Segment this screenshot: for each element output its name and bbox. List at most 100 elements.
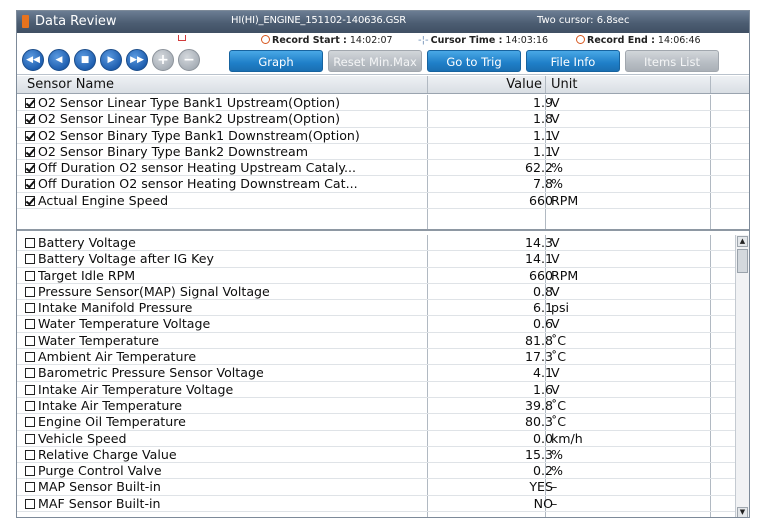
sensor-value: 15.3 [524, 446, 553, 462]
sensor-list-scrollbar[interactable]: ▲ ▼ [735, 235, 749, 517]
sensor-name: O2 Sensor Binary Type Bank1 Downstream(O… [38, 127, 360, 143]
row-checkbox[interactable] [25, 303, 35, 314]
table-row[interactable]: Relative Charge Value 15.3% [17, 446, 749, 464]
table-row[interactable]: Pressure Sensor(MAP) Signal Voltage 0.8 V [17, 283, 749, 301]
table-row[interactable]: Barometric Pressure Sensor Voltage 4.1 V [17, 365, 749, 382]
table-row[interactable]: Water Temperature 81.8 ˚C [17, 333, 749, 350]
row-checkbox[interactable] [25, 238, 35, 248]
sensor-value: 39.8 [524, 397, 553, 413]
row-checkbox[interactable] [25, 384, 35, 395]
table-row[interactable]: Target Idle RPM 660 RPM [17, 268, 749, 284]
sensor-list: Battery Voltage 14.3 V Battery Voltage afte… [17, 235, 749, 517]
table-row[interactable]: Ambient Air Temperature 17.3 ˚C [17, 349, 749, 366]
zoom-out-button[interactable]: − [178, 49, 200, 71]
table-row[interactable]: Intake Manifold Pressure 6.1 psi [17, 300, 749, 317]
row-checkbox[interactable] [25, 98, 35, 108]
row-checkbox[interactable] [25, 368, 35, 379]
sensor-name: Actual Engine Speed [38, 192, 169, 208]
sensor-unit: % [551, 176, 563, 192]
row-checkbox[interactable] [25, 114, 35, 125]
last-button[interactable]: ▶▶ [126, 49, 148, 71]
sensor-unit: V [551, 381, 560, 397]
table-row[interactable]: MAP Sensor Built-in YES – [17, 479, 749, 496]
items-list-button[interactable]: Items List [625, 50, 719, 72]
zoom-in-button[interactable]: + [152, 49, 174, 71]
table-row[interactable]: Intake Air Temperature Voltage 1.6 V [17, 382, 749, 398]
sensor-unit: RPM [551, 192, 579, 208]
first-button[interactable]: ◀◀ [22, 49, 44, 71]
row-checkbox[interactable] [25, 179, 35, 190]
row-checkbox[interactable] [25, 319, 35, 330]
sensor-name: O2 Sensor Binary Type Bank2 Downstream [38, 143, 308, 159]
row-checkbox[interactable] [25, 163, 35, 174]
sensor-unit: V [551, 251, 560, 267]
sensor-value: 660 [528, 267, 553, 283]
row-checkbox[interactable] [25, 449, 35, 460]
table-row[interactable]: Battery Voltage after IG Key 14.1 V [17, 251, 749, 268]
table-row[interactable]: Actual Engine Speed 660 RPM [17, 192, 749, 210]
next-button[interactable]: ▶ [100, 49, 122, 71]
sensor-name: O2 Sensor Linear Type Bank1 Upstream(Opt… [38, 95, 341, 110]
sensor-unit: V [551, 283, 560, 299]
sensor-value: 14.3 [524, 235, 553, 250]
table-row[interactable]: O2 Sensor Linear Type Bank2 Upstream(Opt… [17, 111, 749, 128]
record-end: Record End : 14:06:46 [576, 35, 701, 47]
unit-header[interactable]: Unit [551, 77, 577, 92]
sensor-unit: ˚C [551, 397, 567, 413]
table-row[interactable]: O2 Sensor Binary Type Bank1 Downstream(O… [17, 128, 749, 144]
reset-min-max-button[interactable]: Reset Min.Max [328, 50, 422, 72]
row-checkbox[interactable] [25, 130, 35, 141]
row-checkbox[interactable] [25, 195, 35, 206]
scroll-down-icon[interactable]: ▼ [737, 507, 748, 517]
scroll-thumb[interactable] [737, 249, 748, 273]
row-checkbox[interactable] [25, 417, 35, 428]
table-row[interactable]: Purge Control Valve 0.2% [17, 463, 749, 480]
sensor-unit: ˚C [551, 414, 567, 430]
selected-sensor-list: O2 Sensor Linear Type Bank1 Upstream(Opt… [17, 95, 749, 231]
row-checkbox[interactable] [25, 254, 35, 265]
row-checkbox[interactable] [25, 466, 35, 477]
sensor-name-header[interactable]: Sensor Name [27, 77, 114, 92]
table-row[interactable]: Battery Voltage 14.3 V [17, 235, 749, 252]
sensor-unit: – [551, 495, 558, 511]
file-info-button[interactable]: File Info [526, 50, 620, 72]
sensor-name: Ambient Air Temperature [38, 349, 197, 365]
next-icon: ▶ [107, 55, 115, 65]
sensor-name: Battery Voltage [38, 235, 136, 250]
stop-icon: ■ [80, 55, 90, 65]
sensor-value: 1.8 [532, 111, 553, 127]
go-to-trig-button[interactable]: Go to Trig [427, 50, 521, 72]
row-checkbox[interactable] [25, 400, 35, 411]
table-row[interactable]: Off Duration O2 sensor Heating Downstrea… [17, 176, 749, 193]
table-row[interactable]: Vehicle Speed 0.0 km/h [17, 431, 749, 447]
row-checkbox[interactable] [25, 482, 35, 493]
previous-icon: ◀ [55, 55, 63, 65]
row-checkbox[interactable] [25, 352, 35, 363]
value-header[interactable]: Value [506, 77, 542, 92]
row-checkbox[interactable] [25, 498, 35, 509]
sensor-name: MAP Sensor Built-in [38, 479, 161, 495]
stop-button[interactable]: ■ [74, 49, 96, 71]
file-name: HI(HI)_ENGINE_151102-140636.GSR [231, 15, 407, 26]
table-row[interactable]: Engine Oil Temperature 80.3 ˚C [17, 414, 749, 431]
sensor-unit: V [551, 111, 560, 127]
table-row[interactable]: MAF Sensor Built-in NO – [17, 495, 749, 513]
table-row[interactable]: Intake Air Temperature 39.8 ˚C [17, 397, 749, 415]
sensor-name: Battery Voltage after IG Key [38, 251, 214, 267]
table-row[interactable]: Water Temperature Voltage 0.6 V [17, 316, 749, 333]
row-checkbox[interactable] [25, 270, 35, 281]
row-checkbox[interactable] [25, 335, 35, 346]
sensor-value: 1.1 [532, 143, 553, 159]
table-row[interactable]: O2 Sensor Binary Type Bank2 Downstream 1.… [17, 143, 749, 161]
previous-button[interactable]: ◀ [48, 49, 70, 71]
table-row[interactable]: Off Duration O2 sensor Heating Upstream … [17, 160, 749, 177]
sensor-name: Intake Air Temperature [38, 397, 183, 413]
table-row[interactable]: O2 Sensor Linear Type Bank1 Upstream(Opt… [17, 95, 749, 112]
scroll-up-icon[interactable]: ▲ [737, 236, 748, 247]
row-checkbox[interactable] [25, 146, 35, 157]
row-checkbox[interactable] [25, 433, 35, 444]
graph-button[interactable]: Graph [229, 50, 323, 72]
sensor-name: Relative Charge Value [38, 446, 177, 462]
minus-icon: − [183, 52, 195, 68]
row-checkbox[interactable] [25, 286, 35, 297]
